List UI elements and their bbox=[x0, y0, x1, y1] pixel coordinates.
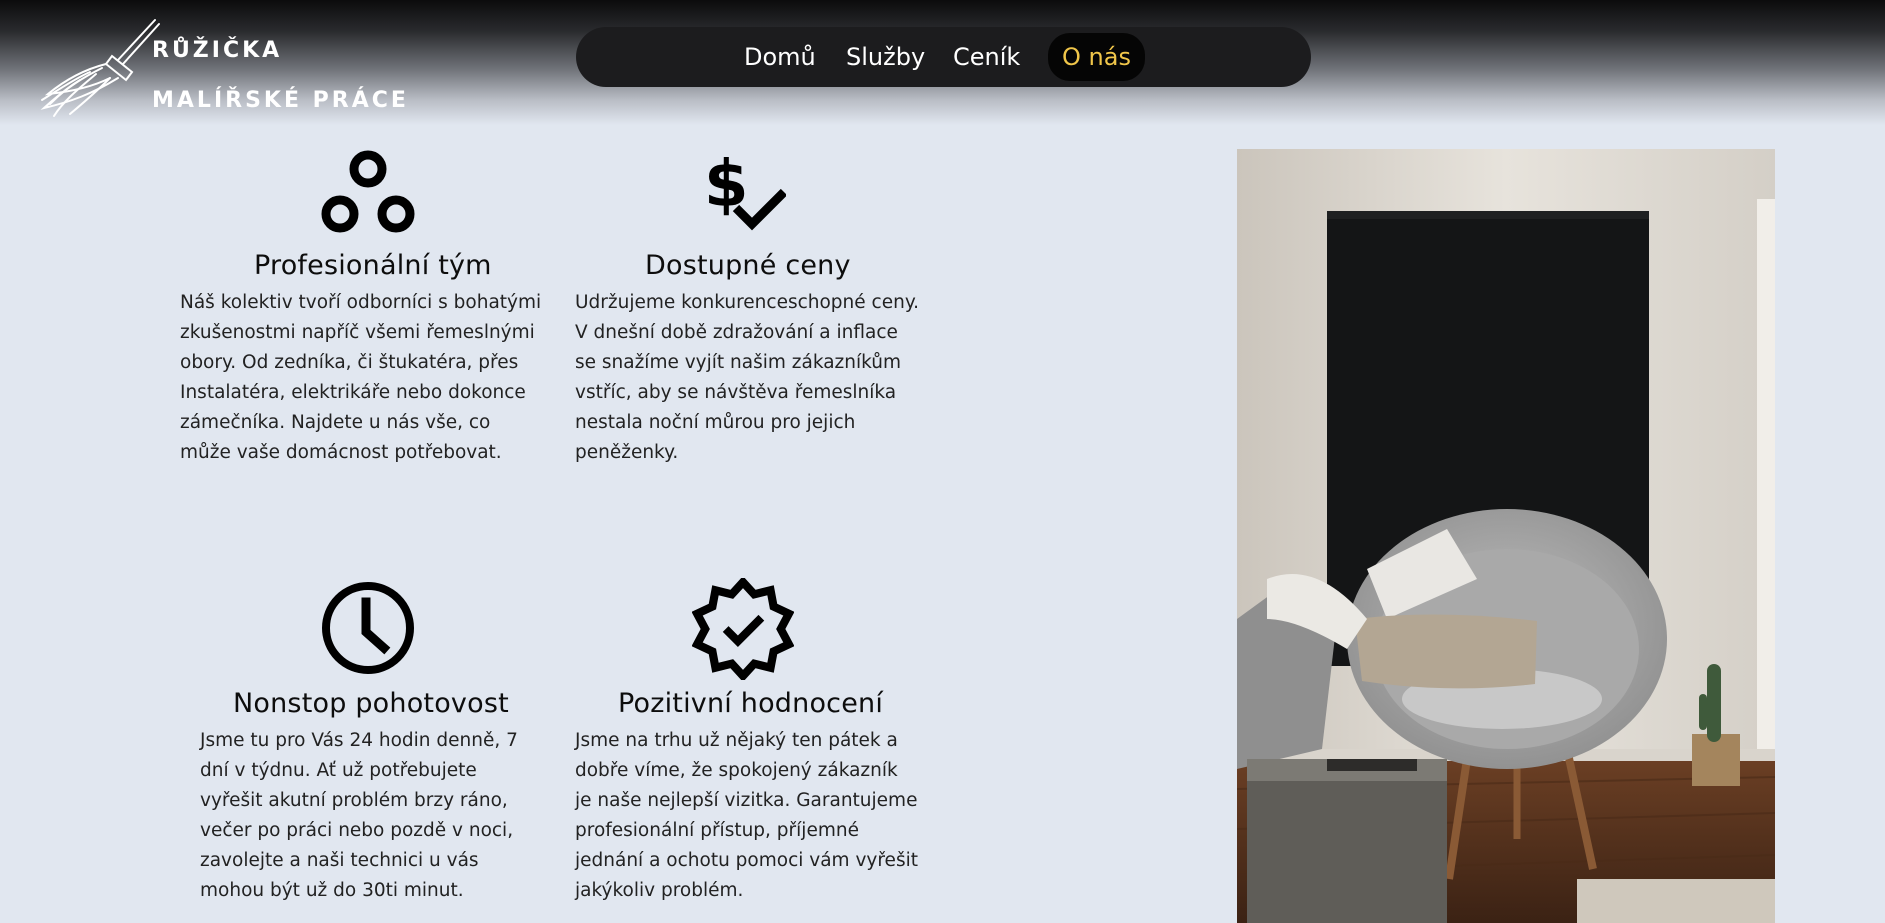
nav-item-cenik[interactable]: Ceník bbox=[953, 37, 1020, 77]
main-nav: Domů Služby Ceník O nás bbox=[576, 27, 1311, 87]
clock-icon bbox=[322, 582, 414, 674]
feature-title: Nonstop pohotovost bbox=[233, 688, 509, 719]
verified-badge-icon bbox=[692, 578, 794, 680]
dollar-check-icon: $ bbox=[704, 150, 786, 231]
nav-item-domu[interactable]: Domů bbox=[744, 37, 816, 77]
feature-text: Náš kolektiv tvoří odborníci s bohatými … bbox=[180, 292, 542, 463]
nav-item-o-nas[interactable]: O nás bbox=[1048, 33, 1145, 81]
interior-image bbox=[1237, 149, 1775, 923]
feature-title: Pozitivní hodnocení bbox=[618, 688, 884, 719]
feature-title: Dostupné ceny bbox=[645, 250, 851, 281]
feature-text: Jsme tu pro Vás 24 hodin denně, 7 dní v … bbox=[200, 730, 518, 901]
brand-name: RŮŽIČKA bbox=[152, 38, 283, 63]
brand-logo[interactable]: RŮŽIČKA MALÍŘSKÉ PRÁCE bbox=[40, 16, 410, 120]
header: RŮŽIČKA MALÍŘSKÉ PRÁCE Domů Služby Ceník… bbox=[0, 0, 1885, 125]
feature-text: Udržujeme konkurenceschopné ceny. V dneš… bbox=[575, 292, 920, 463]
brand-tagline: MALÍŘSKÉ PRÁCE bbox=[152, 88, 409, 113]
feature-text: Jsme na trhu už nějaký ten pátek a dobře… bbox=[575, 730, 918, 901]
feature-title: Profesionální tým bbox=[254, 250, 492, 281]
nav-item-sluzby[interactable]: Služby bbox=[846, 37, 925, 77]
team-circles-icon bbox=[321, 150, 415, 233]
paintbrush-icon bbox=[40, 19, 160, 117]
interior-photo bbox=[1237, 149, 1775, 923]
